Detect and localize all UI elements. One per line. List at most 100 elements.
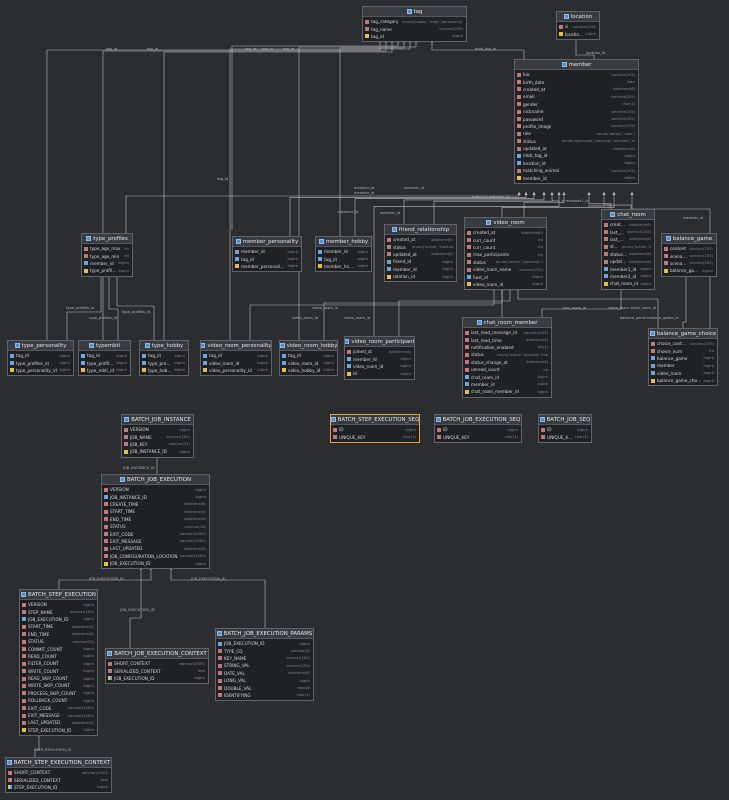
column-row[interactable]: SHORT_CONTEXT varchar(2500) — [6, 769, 111, 776]
column-row[interactable]: curr_count int — [465, 244, 546, 251]
table-friend-relationship[interactable]: friend_relationship created_at datetime(6)… — [384, 224, 457, 283]
table-header[interactable]: type_profiles — [82, 234, 132, 244]
column-row[interactable]: unread_count int — [463, 366, 551, 373]
table-member-hobby[interactable]: member_hobby member_id bigint tag_id bigint m… — [315, 236, 372, 273]
column-row[interactable]: READ_COUNT bigint — [20, 653, 97, 660]
column-row[interactable]: type_mbti_id bigint — [79, 367, 130, 374]
table-header[interactable]: balance_game — [662, 234, 716, 244]
column-row[interactable]: scenario1varchar(255) — [662, 252, 716, 259]
column-row[interactable]: video_room_id bigint — [201, 359, 271, 366]
table-chat-room-member[interactable]: chat_room_member last_read_message_id varc… — [462, 317, 552, 398]
table-batch-job-execution-context[interactable]: BATCH_JOB_EXECUTION_CONTEXT SHORT_CONTEXT… — [105, 648, 209, 685]
table-batch-step-execution-seq[interactable]: BATCH_STEP_EXECUTION_SEQ ID bigint UNIQUE_K… — [330, 414, 420, 443]
column-row[interactable]: scenario2varchar(255) — [662, 260, 716, 267]
column-row[interactable]: balance_game bigint — [649, 355, 717, 362]
table-member[interactable]: member bio varchar(255) birth_date date creat… — [514, 59, 639, 184]
column-row[interactable]: tag_id bigint — [140, 352, 188, 359]
column-row[interactable]: tag_id bigint — [201, 352, 271, 359]
column-row[interactable]: JOB_CONFIGURATION_LOCATION varchar(2500) — [102, 553, 209, 560]
column-row[interactable]: JOB_KEY varchar(32) — [122, 441, 193, 448]
table-header[interactable]: balance_game_choice — [649, 329, 717, 339]
column-row[interactable]: JOB_EXECUTION_ID bigint — [106, 675, 208, 682]
column-row[interactable]: member_hobby_idbigint — [316, 263, 371, 270]
column-row[interactable]: SHORT_CONTEXT varchar(2500) — [106, 660, 208, 667]
column-row[interactable]: type_profiles_idbigint — [79, 359, 130, 366]
column-row[interactable]: password varchar(255) — [515, 115, 638, 122]
column-row[interactable]: LAST_UPDATED datetime(6) — [20, 719, 97, 726]
column-row[interactable]: created_atdatetime(6) — [465, 229, 546, 236]
table-batch-step-execution-context[interactable]: BATCH_STEP_EXECUTION_CONTEXT SHORT_CONTEX… — [5, 757, 112, 794]
table-batch-job-seq[interactable]: BATCH_JOB_SEQ ID bigint UNIQUE_KEY char(1) — [538, 414, 592, 443]
column-row[interactable]: KEY_NAME varchar(100) — [216, 655, 313, 662]
column-row[interactable]: updated_atdatetime(6) — [602, 258, 654, 265]
column-row[interactable]: member_id bigint — [316, 248, 371, 255]
table-header[interactable]: video_room — [465, 218, 546, 228]
column-row[interactable]: updated_atdatetime(6) — [385, 251, 456, 258]
table-location[interactable]: locationsivarchar(255)location_idbigint — [556, 11, 600, 40]
table-member-personality[interactable]: member_personality member_id bigint tag_id b… — [232, 236, 302, 273]
column-row[interactable]: EXIT_CODE varchar(2500) — [102, 530, 209, 537]
table-header[interactable]: member_hobby — [316, 237, 371, 247]
column-row[interactable]: last_read_time datetime(6) — [463, 336, 551, 343]
column-row[interactable]: UNIQUE_KEY char(1) — [435, 433, 521, 440]
table-batch-step-execution[interactable]: BATCH_STEP_EXECUTION VERSION bigint STEP_NA… — [19, 589, 98, 737]
column-row[interactable]: statusenum('active','inactive') — [385, 243, 456, 250]
table-header[interactable]: BATCH_JOB_INSTANCE — [122, 415, 193, 425]
column-row[interactable]: WRITE_COUNT bigint — [20, 668, 97, 675]
column-row[interactable]: choice_content varchar(255) — [649, 340, 717, 347]
column-row[interactable]: video_room bigint — [649, 370, 717, 377]
table-type-hobby[interactable]: type_hobbytag_idbiginttype_profiles_idbi… — [139, 340, 189, 377]
column-row[interactable]: EXIT_MESSAGE varchar(2500) — [102, 538, 209, 545]
column-row[interactable]: type_age_min int — [82, 252, 132, 259]
column-row[interactable]: status_change_at datetime(6) — [463, 359, 551, 366]
table-batch-job-instance[interactable]: BATCH_JOB_INSTANCE VERSION bigint JOB_NAME v… — [121, 414, 194, 458]
column-row[interactable]: type_profiles_idbigint — [8, 359, 73, 366]
column-row[interactable]: UNIQUE_KEY char(1) — [331, 433, 419, 440]
column-row[interactable]: UNIQUE_KEY char(1) — [539, 433, 591, 440]
column-row[interactable]: status enum('active','personal','ready') — [465, 259, 546, 266]
table-balance-game[interactable]: balance_gamecontentvarchar(255)scenario1… — [661, 233, 717, 277]
column-row[interactable]: type_profiles_idbigint — [140, 359, 188, 366]
column-row[interactable]: gender char(1) — [515, 101, 638, 108]
column-row[interactable]: STEP_NAME varchar(100) — [20, 608, 97, 615]
column-row[interactable]: member_id bigint — [233, 248, 301, 255]
column-row[interactable]: notification_enabled bit(1) — [463, 344, 551, 351]
column-row[interactable]: tag_id bigint — [363, 33, 466, 40]
column-row[interactable]: joined_at datetime(6) — [345, 348, 414, 355]
table-batch-job-execution-params[interactable]: BATCH_JOB_EXECUTION_PARAMS JOB_EXECUTION_… — [215, 628, 314, 702]
table-header[interactable]: video_room_hobby — [280, 341, 337, 351]
column-row[interactable]: LONG_VAL bigint — [216, 677, 313, 684]
column-row[interactable]: location_idbigint — [557, 30, 599, 37]
column-row[interactable]: relation_id bigint — [385, 273, 456, 280]
column-row[interactable]: SERIALIZED_CONTEXT text — [106, 667, 208, 674]
table-video-room[interactable]: video_room created_at datetime(6) curr_coun… — [464, 217, 547, 291]
column-row[interactable]: ID bigint — [435, 426, 521, 433]
column-row[interactable]: type_hobby_idbigint — [140, 367, 188, 374]
column-row[interactable]: STEP_EXECUTION_ID bigint — [20, 727, 97, 734]
table-header[interactable]: chat_room_member — [463, 318, 551, 328]
column-row[interactable]: tag_id bigint — [8, 352, 73, 359]
column-row[interactable]: balance_game_idbigint — [662, 267, 716, 274]
table-video-room-hobby[interactable]: video_room_hobby tag_id bigint video_room_i… — [279, 340, 338, 377]
column-row[interactable]: last_read_message_id varchar(255) — [463, 329, 551, 336]
column-row[interactable]: friend_id bigint — [385, 258, 456, 265]
column-row[interactable]: member_id bigint — [385, 266, 456, 273]
column-row[interactable]: last_message_timedatetime(6) — [602, 236, 654, 243]
column-row[interactable]: curr_count int — [465, 236, 546, 243]
column-row[interactable]: si varchar(255) — [557, 23, 599, 30]
column-row[interactable]: created_atdatetime(6) — [602, 221, 654, 228]
table-typembti[interactable]: typembtitag_idbiginttype_profiles_idbigi… — [78, 340, 131, 377]
column-row[interactable]: video_personality_id bigint — [201, 367, 271, 374]
table-type-profiles[interactable]: type_profiles type_age_max int type_age_min… — [81, 233, 133, 277]
table-header[interactable]: type_hobby — [140, 341, 188, 351]
column-row[interactable]: START_TIME datetime(6) — [20, 623, 97, 630]
column-row[interactable]: statusenum('active','inactive') — [602, 243, 654, 250]
column-row[interactable]: type_age_max int — [82, 245, 132, 252]
table-type-personality[interactable]: type_personality tag_id bigint type_profile… — [7, 340, 74, 377]
column-row[interactable]: profile_image varchar(255) — [515, 123, 638, 130]
column-row[interactable]: JOB_INSTANCE_ID bigint — [122, 448, 193, 455]
column-row[interactable]: host_id bigint — [465, 273, 546, 280]
column-row[interactable]: member2_id bigint — [602, 273, 654, 280]
column-row[interactable]: choice_num int — [649, 347, 717, 354]
column-row[interactable]: mbti_tag_id bigint — [515, 152, 638, 159]
